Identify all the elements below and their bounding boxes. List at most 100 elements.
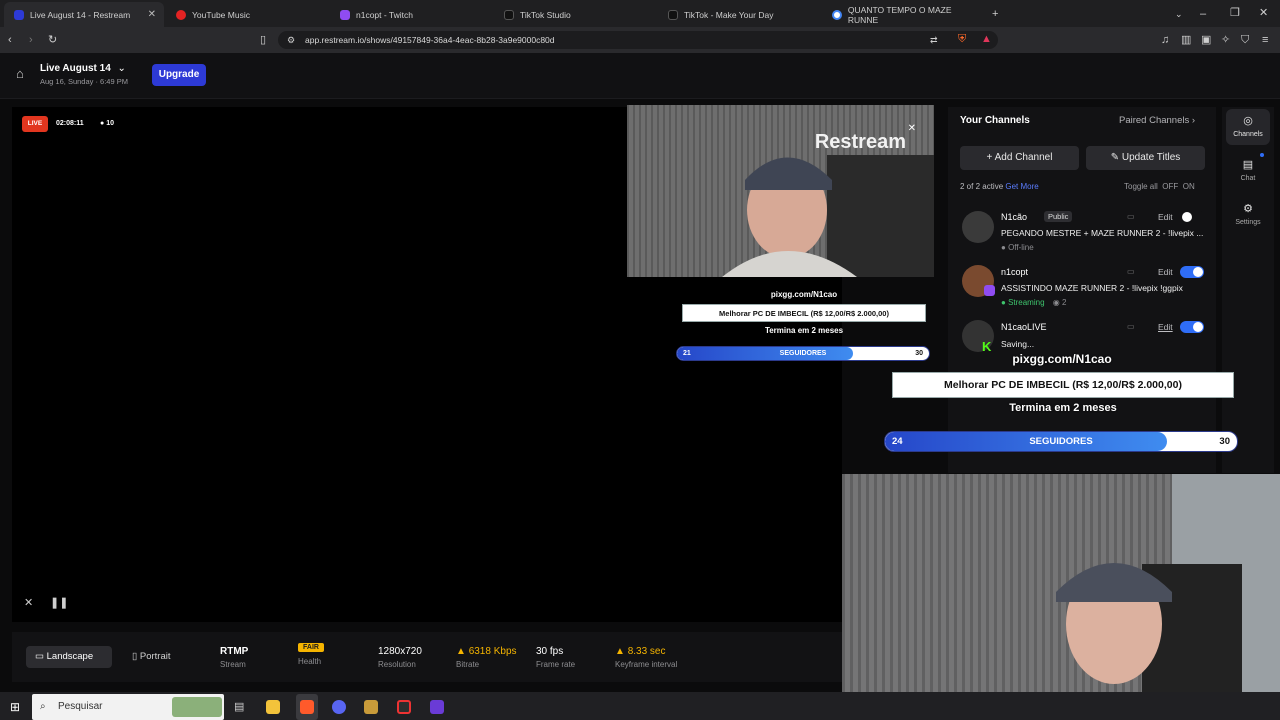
goal-text-large: Melhorar PC DE IMBECIL (R$ 12,00/R$ 2.00… xyxy=(892,372,1234,398)
pause-icon[interactable]: ❚❚ xyxy=(50,597,68,609)
reload-icon[interactable]: ↻ xyxy=(48,34,57,46)
notification-dot xyxy=(1260,153,1264,157)
warning-icon: ▲ xyxy=(456,646,469,657)
site-info-icon[interactable]: ⚙ xyxy=(287,34,295,46)
message-icon[interactable]: ▭ xyxy=(1127,321,1135,333)
wallet-icon[interactable]: ▣ xyxy=(1201,34,1211,46)
brave-icon[interactable] xyxy=(300,700,314,714)
tab-twitch[interactable]: n1copt - Twitch xyxy=(330,2,494,27)
sidebar-item-settings[interactable]: ⚙ Settings xyxy=(1226,197,1270,233)
viewer-count-value: 10 xyxy=(106,120,114,127)
channel-name: n1copt xyxy=(1001,267,1029,277)
channels-panel: Your Channels Paired Channels › + Add Ch… xyxy=(948,107,1216,473)
vpn-icon[interactable]: ⛉ xyxy=(1241,34,1249,46)
new-tab-icon[interactable]: + xyxy=(992,8,998,20)
toggle-all-off[interactable]: OFF xyxy=(1162,182,1178,191)
tab-label: Live August 14 - Restream xyxy=(30,9,131,20)
channel-toggle[interactable] xyxy=(1180,321,1204,333)
stat-label: Health xyxy=(298,657,322,666)
windows-start-icon[interactable]: ⊞ xyxy=(10,701,20,713)
task-view-icon[interactable]: ▤ xyxy=(234,701,244,713)
right-sidebar: ◎ Channels ▤ Chat ⚙ Settings xyxy=(1222,107,1274,473)
mute-icon[interactable]: ✕ xyxy=(24,597,33,609)
file-explorer-icon[interactable] xyxy=(266,700,280,714)
sidebar-item-chat[interactable]: ▤ Chat xyxy=(1226,153,1270,189)
pix-link: pixgg.com/N1cao xyxy=(770,290,838,299)
brave-rewards-icon[interactable]: ▲ xyxy=(981,33,992,45)
app-icon[interactable] xyxy=(364,700,378,714)
channel-viewers: 2 xyxy=(1061,298,1067,307)
channel-toggle[interactable] xyxy=(1180,266,1204,278)
sidebar-item-label: Chat xyxy=(1240,175,1256,182)
home-icon[interactable]: ⌂ xyxy=(16,67,24,80)
minimize-icon[interactable]: – xyxy=(1200,8,1206,20)
chevron-down-icon: ⌄ xyxy=(117,63,126,74)
close-window-icon[interactable]: ✕ xyxy=(1259,7,1268,19)
channel-toggle[interactable] xyxy=(1181,211,1205,223)
landscape-button[interactable]: ▭ Landscape xyxy=(26,646,112,668)
leo-icon[interactable]: ✧ xyxy=(1221,34,1230,46)
message-icon[interactable]: ▭ xyxy=(1127,266,1135,278)
app-icon[interactable] xyxy=(430,700,444,714)
sidebar-icon[interactable]: ▥ xyxy=(1181,34,1191,46)
close-icon[interactable]: ✕ xyxy=(148,9,156,20)
tab-tiktok[interactable]: TikTok - Make Your Day xyxy=(658,2,822,27)
close-icon[interactable]: ✕ xyxy=(908,123,916,134)
toggle-all-on[interactable]: ON xyxy=(1183,182,1195,191)
channels-title: Your Channels xyxy=(960,115,1030,126)
edit-link[interactable]: Edit xyxy=(1158,212,1173,222)
channel-status-text: Streaming xyxy=(1008,298,1045,307)
brave-shield-icon[interactable]: ⛨ xyxy=(958,33,966,45)
goal-label: SEGUIDORES xyxy=(779,350,827,357)
translate-icon[interactable]: ⇄ xyxy=(930,34,938,46)
taskbar-search[interactable]: ⌕ Pesquisar xyxy=(32,694,224,720)
bookmark-icon[interactable]: ▯ xyxy=(260,34,266,46)
forward-icon[interactable]: › xyxy=(29,34,33,46)
tab-youtube-music[interactable]: YouTube Music xyxy=(166,2,330,27)
show-date: Aug 16, Sunday · 6:49 PM xyxy=(40,77,128,86)
portrait-button[interactable]: ▯ Portrait xyxy=(126,646,206,668)
update-titles-button[interactable]: ✎ Update Titles xyxy=(1086,146,1205,170)
landscape-icon: ▭ xyxy=(35,651,47,662)
message-icon[interactable]: ▭ xyxy=(1127,211,1135,223)
stat-keyframe: ▲ 8.33 sec Keyframe interval xyxy=(615,646,677,669)
plus-icon: + xyxy=(986,152,995,163)
tiktok-icon xyxy=(668,9,678,20)
menu-icon[interactable]: ≡ xyxy=(1262,34,1268,46)
get-more-link[interactable]: Get More xyxy=(1005,182,1038,191)
eye-icon: ● xyxy=(100,120,105,127)
webcam-overlay-small: Restream ✕ xyxy=(627,105,934,277)
tab-label: TikTok Studio xyxy=(520,9,571,20)
goal-max: 30 xyxy=(915,350,923,357)
goal-max: 30 xyxy=(1219,436,1230,447)
restream-watermark: Restream xyxy=(814,131,906,153)
tab-tiktok-studio[interactable]: TikTok Studio xyxy=(494,2,658,27)
tab-google[interactable]: QUANTO TEMPO O MAZE RUNNE xyxy=(822,2,982,27)
app-icon[interactable] xyxy=(397,700,411,714)
back-icon[interactable]: ‹ xyxy=(8,34,12,46)
paired-channels-link[interactable]: Paired Channels › xyxy=(1119,115,1195,126)
viewer-count: ● 10 xyxy=(100,120,114,127)
tab-label: YouTube Music xyxy=(192,9,250,20)
url-field[interactable]: ⚙ app.restream.io/shows/49157849-36a4-4e… xyxy=(278,31,998,49)
maximize-icon[interactable]: ❐ xyxy=(1230,7,1240,19)
edit-link[interactable]: Edit xyxy=(1158,267,1173,277)
live-badge: LIVE xyxy=(22,116,48,132)
upgrade-button[interactable]: Upgrade xyxy=(152,64,206,86)
sidebar-item-channels[interactable]: ◎ Channels xyxy=(1226,109,1270,145)
active-count-text: 2 of 2 active xyxy=(960,182,1004,191)
channel-name: N1cão xyxy=(1001,212,1028,222)
chevron-down-icon[interactable]: ⌄ xyxy=(1175,8,1183,20)
tab-restream[interactable]: Live August 14 - Restream ✕ xyxy=(4,2,164,27)
toggle-all[interactable]: Toggle all OFF ON xyxy=(1124,182,1195,191)
address-bar-row: ‹ › ↻ ▯ ⚙ app.restream.io/shows/49157849… xyxy=(0,27,1280,53)
show-title[interactable]: Live August 14 ⌄ xyxy=(40,63,126,74)
webcam-image xyxy=(842,474,1280,720)
sidebar-item-label: Settings xyxy=(1235,219,1261,226)
discord-icon[interactable] xyxy=(332,700,346,714)
music-icon[interactable]: ♫ xyxy=(1161,34,1169,46)
stat-value: RTMP xyxy=(220,646,249,657)
add-channel-button[interactable]: + Add Channel xyxy=(960,146,1079,170)
edit-link[interactable]: Edit xyxy=(1158,322,1173,332)
stat-value: 1280x720 xyxy=(378,646,422,657)
